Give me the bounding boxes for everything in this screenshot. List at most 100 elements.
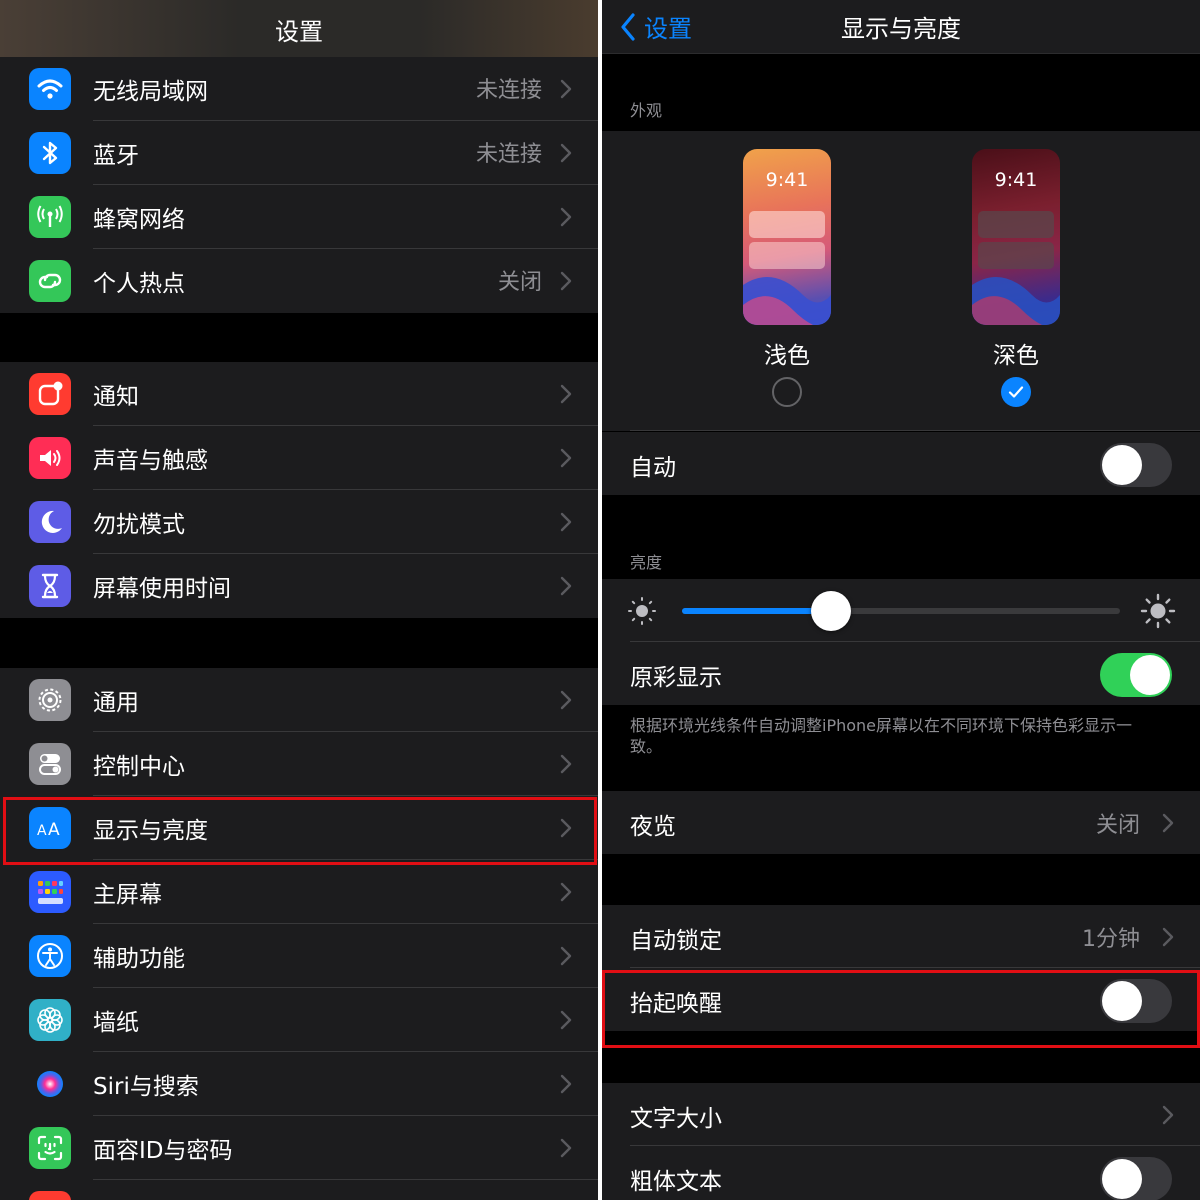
chevron-right-icon: [560, 576, 572, 596]
hourglass-icon: [29, 565, 71, 607]
night-shift-row[interactable]: 夜览 关闭: [602, 791, 1200, 854]
wifi-icon: [29, 68, 71, 110]
settings-row[interactable]: 墙纸: [0, 988, 598, 1052]
sun-large-icon: [1140, 593, 1176, 629]
settings-row[interactable]: 面容ID与密码: [0, 1116, 598, 1180]
chevron-right-icon: [560, 754, 572, 774]
settings-row-label: 勿扰模式: [93, 512, 185, 538]
brightness-slider-thumb[interactable]: [810, 591, 851, 631]
settings-row-label: 蜂窝网络: [93, 207, 185, 233]
settings-row[interactable]: 勿扰模式: [0, 490, 598, 554]
chevron-right-icon: [560, 384, 572, 404]
light-mode-label: 浅色: [764, 343, 810, 369]
dark-preview-time: 9:41: [994, 169, 1038, 191]
settings-row-label: 通用: [93, 690, 139, 716]
chevron-right-icon: [560, 143, 572, 163]
chevron-right-icon: [560, 946, 572, 966]
separator: [630, 430, 1200, 431]
siri-icon: [29, 1063, 71, 1105]
bold-text-toggle[interactable]: [1100, 1157, 1172, 1200]
settings-row-label: 屏幕使用时间: [93, 576, 231, 602]
wallpaper-icon: [29, 999, 71, 1041]
true-tone-row[interactable]: 原彩显示: [602, 642, 1200, 705]
chevron-right-icon: [560, 512, 572, 532]
display-brightness-panel: 设置 显示与亮度 外观 9:41 9:41 浅色 深色 自动 亮度 原彩显示 根…: [602, 0, 1200, 1200]
brightness-section-label: 亮度: [630, 553, 663, 572]
chevron-right-icon: [1162, 927, 1174, 947]
auto-toggle[interactable]: [1100, 443, 1172, 487]
true-tone-toggle[interactable]: [1100, 653, 1172, 697]
highlight-raise-to-wake: [602, 970, 1200, 1048]
settings-row[interactable]: 蜂窝网络: [0, 185, 598, 249]
settings-row-label: 辅助功能: [93, 946, 185, 972]
page-title: 显示与亮度: [841, 15, 961, 43]
auto-appearance-group: 自动: [602, 432, 1200, 495]
true-tone-label: 原彩显示: [630, 665, 722, 691]
settings-row[interactable]: 主屏幕: [0, 860, 598, 924]
chevron-right-icon: [560, 1010, 572, 1030]
chevron-right-icon: [560, 1138, 572, 1158]
bold-text-row[interactable]: 粗体文本: [602, 1146, 1200, 1200]
display-header: 设置 显示与亮度: [602, 0, 1200, 54]
brightness-group: 原彩显示: [602, 579, 1200, 705]
text-size-label: 文字大小: [630, 1106, 722, 1132]
auto-lock-row[interactable]: 自动锁定 1分钟: [602, 905, 1200, 968]
auto-lock-value: 1分钟: [1082, 927, 1140, 952]
face-id-icon: [29, 1127, 71, 1169]
settings-row-label: 无线局域网: [93, 79, 208, 105]
settings-row[interactable]: 蓝牙 未连接: [0, 121, 598, 185]
light-preview-time: 9:41: [765, 169, 809, 191]
chevron-right-icon: [560, 882, 572, 902]
settings-row[interactable]: 无线局域网 未连接: [0, 57, 598, 121]
dark-mode-preview[interactable]: 9:41: [972, 149, 1060, 325]
settings-row[interactable]: 控制中心: [0, 732, 598, 796]
appearance-section-label: 外观: [630, 101, 663, 120]
settings-row[interactable]: 通知: [0, 362, 598, 426]
page-title: 设置: [275, 18, 323, 46]
chevron-right-icon: [1162, 1105, 1174, 1125]
settings-row[interactable]: SOS: [0, 1180, 598, 1200]
settings-row-label: 面容ID与密码: [93, 1138, 233, 1164]
settings-row-label: 控制中心: [93, 754, 185, 780]
settings-row-value: 未连接: [475, 142, 542, 167]
sun-small-icon: [628, 597, 656, 625]
settings-row[interactable]: 声音与触感: [0, 426, 598, 490]
home-screen-icon: [29, 871, 71, 913]
light-mode-preview[interactable]: 9:41: [743, 149, 831, 325]
settings-row[interactable]: 辅助功能: [0, 924, 598, 988]
settings-row-value: 关闭: [497, 270, 542, 295]
settings-row-label: 蓝牙: [93, 143, 139, 169]
wallpaper-shape-icon: [972, 277, 1060, 325]
checkmark-icon: [1008, 386, 1024, 398]
settings-row-label: 墙纸: [93, 1010, 139, 1036]
chevron-right-icon: [560, 690, 572, 710]
settings-row[interactable]: 屏幕使用时间: [0, 554, 598, 618]
chevron-right-icon: [560, 207, 572, 227]
sos-icon: SOS: [29, 1191, 71, 1200]
sound-icon: [29, 437, 71, 479]
settings-row[interactable]: 个人热点 关闭: [0, 249, 598, 313]
chevron-right-icon: [560, 79, 572, 99]
night-shift-group: 夜览 关闭: [602, 791, 1200, 854]
light-preview-widget: [749, 211, 825, 238]
settings-panel: 设置 无线局域网 未连接蓝牙 未连接蜂窝网络个人热点 关闭 通知声音与触感勿扰模式屏幕…: [0, 0, 598, 1200]
dark-mode-radio[interactable]: [1001, 377, 1031, 407]
settings-row[interactable]: 通用: [0, 668, 598, 732]
settings-row-label: 通知: [93, 384, 139, 410]
chevron-right-icon: [560, 1074, 572, 1094]
notifications-icon: [29, 373, 71, 415]
chevron-right-icon: [560, 271, 572, 291]
settings-row-label: 主屏幕: [93, 882, 162, 908]
night-shift-value: 关闭: [1095, 813, 1140, 838]
gear-icon: [29, 679, 71, 721]
chevron-right-icon: [560, 448, 572, 468]
night-shift-label: 夜览: [630, 814, 676, 840]
text-size-row[interactable]: 文字大小: [602, 1083, 1200, 1146]
settings-group-general: 通用控制中心AA显示与亮度主屏幕辅助功能墙纸Siri与搜索面容ID与密码SOS: [0, 668, 598, 1200]
light-mode-radio[interactable]: [772, 377, 802, 407]
settings-row[interactable]: Siri与搜索: [0, 1052, 598, 1116]
auto-appearance-row[interactable]: 自动: [602, 432, 1200, 495]
highlight-display-brightness: [3, 797, 597, 865]
accessibility-icon: [29, 935, 71, 977]
brightness-slider[interactable]: [682, 591, 1120, 631]
